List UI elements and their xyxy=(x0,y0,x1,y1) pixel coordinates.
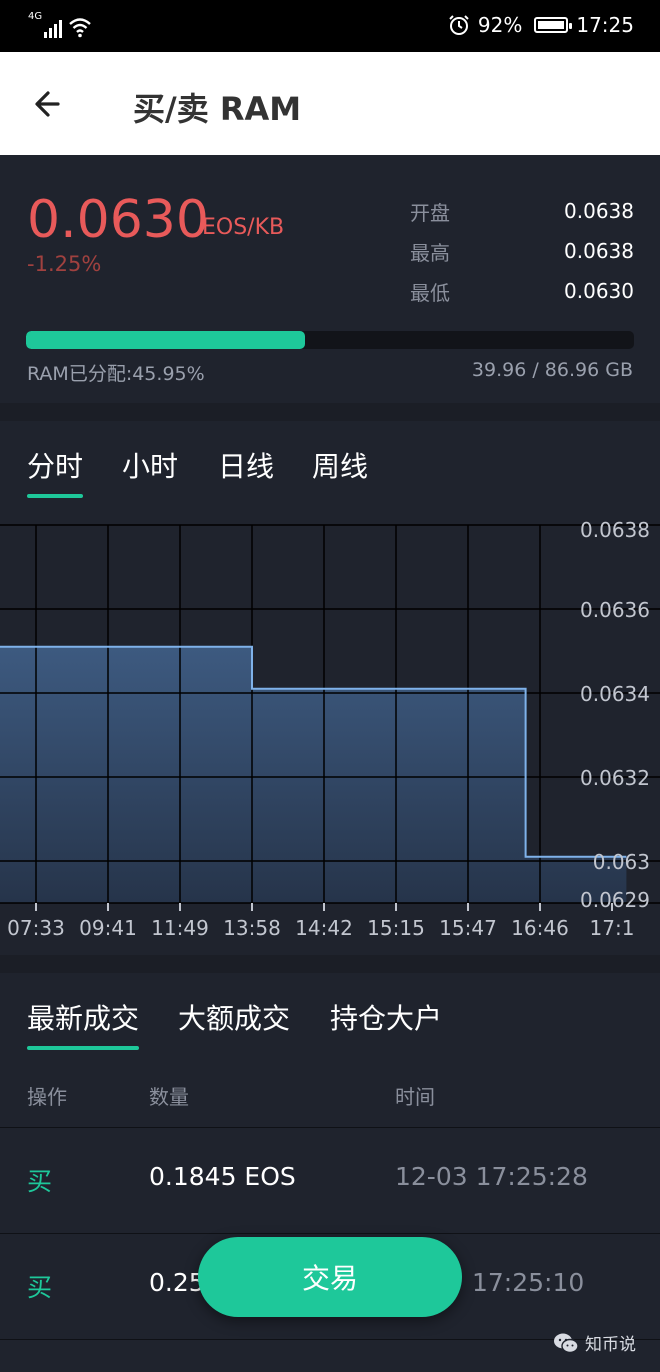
stat-open: 开盘 0.0638 xyxy=(410,191,634,231)
table-row[interactable]: 买 0.1845 EOS 12-03 17:25:28 xyxy=(0,1127,660,1233)
header-operation: 操作 xyxy=(27,1085,67,1109)
tab-daily[interactable]: 日线 xyxy=(218,445,274,485)
stat-open-value: 0.0638 xyxy=(564,199,634,223)
row-operation: 买 xyxy=(27,1167,53,1196)
x-tick-label: 17:1 xyxy=(590,916,635,940)
ram-allocation-total: 39.96 / 86.96 GB xyxy=(471,359,633,381)
wechat-icon xyxy=(554,1333,579,1353)
stat-high: 最高 0.0638 xyxy=(410,231,634,271)
trade-button[interactable]: 交易 xyxy=(198,1237,462,1317)
y-tick-label: 0.0636 xyxy=(580,598,650,622)
x-tick-label: 15:15 xyxy=(367,916,425,940)
battery-percent: 92% xyxy=(477,13,523,37)
row-time: 17:25:10 xyxy=(472,1268,585,1297)
back-arrow-icon[interactable] xyxy=(28,84,68,124)
x-tick-label: 13:58 xyxy=(223,916,281,940)
ram-allocation-fill xyxy=(26,331,306,349)
current-price: 0.0630 xyxy=(27,190,209,250)
tab-latest-trades[interactable]: 最新成交 xyxy=(27,997,140,1050)
stat-low-label: 最低 xyxy=(410,280,450,305)
header-quantity: 数量 xyxy=(149,1085,189,1109)
watermark: 知币说 xyxy=(553,1330,636,1355)
nav-header: 买/卖 RAM xyxy=(0,52,660,155)
row-time: 12-03 17:25:28 xyxy=(395,1162,588,1191)
x-tick-label: 11:49 xyxy=(151,916,209,940)
stat-high-value: 0.0638 xyxy=(564,239,634,263)
stat-open-label: 开盘 xyxy=(410,200,450,225)
row-operation: 买 xyxy=(27,1273,53,1302)
stat-low-value: 0.0630 xyxy=(564,279,634,303)
status-bar: 4G 92% 17:25 xyxy=(0,0,660,52)
status-right: 92% 17:25 xyxy=(448,13,634,37)
stat-low: 最低 0.0630 xyxy=(410,271,634,311)
network-label: 4G xyxy=(28,11,43,22)
table-header: 操作 数量 时间 xyxy=(0,1081,660,1125)
page-title: 买/卖 RAM xyxy=(133,90,302,128)
y-tick-label: 0.0634 xyxy=(580,682,650,706)
x-tick-label: 07:33 xyxy=(7,916,65,940)
tab-timeshare[interactable]: 分时 xyxy=(27,445,84,498)
header-time: 时间 xyxy=(395,1085,435,1109)
y-tick-label: 0.0638 xyxy=(580,518,650,542)
alarm-icon xyxy=(449,15,469,35)
battery-icon xyxy=(534,17,573,33)
chart-card: 分时 小时 日线 周线 0.0638 0.0636 0.0634 0.0632 0.06… xyxy=(0,421,660,955)
wifi-icon xyxy=(69,18,91,38)
tab-large-trades[interactable]: 大额成交 xyxy=(178,997,290,1037)
chart-tabs: 分时 小时 日线 周线 xyxy=(0,421,660,519)
ram-allocation-bar xyxy=(26,331,634,349)
row-quantity: 0.25 xyxy=(149,1268,205,1297)
price-stats: 开盘 0.0638 最高 0.0638 最低 0.0630 xyxy=(410,191,634,311)
row-quantity: 0.1845 EOS xyxy=(149,1162,296,1191)
clock: 17:25 xyxy=(576,13,634,37)
tab-weekly[interactable]: 周线 xyxy=(312,445,368,485)
x-tick-label: 16:46 xyxy=(511,916,569,940)
y-tick-label: 0.063 xyxy=(593,850,650,874)
signal-icon xyxy=(44,16,63,38)
stat-high-label: 最高 xyxy=(410,240,450,265)
y-tick-label: 0.0629 xyxy=(580,888,650,912)
tab-hourly[interactable]: 小时 xyxy=(122,445,178,485)
watermark-text: 知币说 xyxy=(585,1335,636,1355)
price-chart: 0.06380.06360.06340.06320.0630.062907:25… xyxy=(0,518,660,940)
tab-top-holders[interactable]: 持仓大户 xyxy=(330,997,442,1037)
y-tick-label: 0.0632 xyxy=(580,766,650,790)
price-unit: EOS/KB xyxy=(202,215,285,240)
x-tick-label: 15:47 xyxy=(439,916,497,940)
x-tick-label: 09:41 xyxy=(79,916,137,940)
chart-area xyxy=(0,646,627,903)
x-tick-label: 14:42 xyxy=(295,916,353,940)
status-left: 4G xyxy=(28,12,92,38)
price-card: 0.0630 EOS/KB -1.25% 开盘 0.0638 最高 0.0638… xyxy=(0,155,660,403)
ram-allocation-label: RAM已分配:45.95% xyxy=(27,363,205,385)
price-change: -1.25% xyxy=(27,252,102,276)
